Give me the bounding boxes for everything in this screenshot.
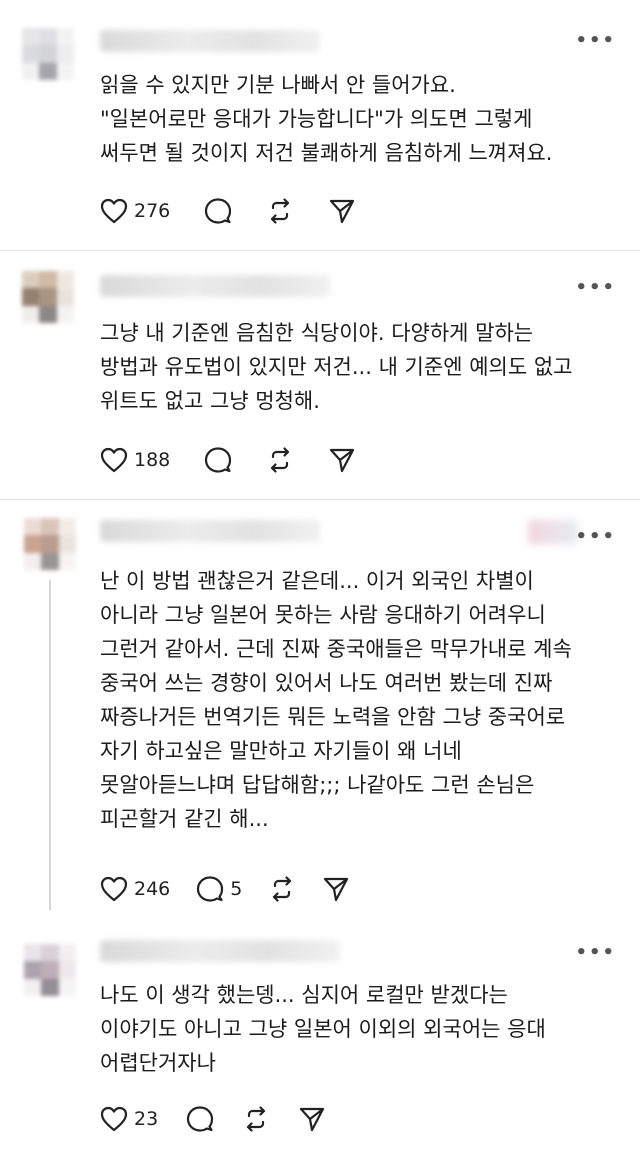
comment-icon	[205, 198, 232, 224]
send-icon	[324, 877, 349, 902]
comment-icon	[197, 876, 224, 902]
blurred-badge	[528, 520, 578, 544]
post-text: 나도 이 생각 했는뎅... 심지어 로컬만 받겠다는 이야기도 아니고 그냥 …	[100, 983, 546, 1075]
share-button[interactable]	[328, 197, 356, 225]
more-options-icon[interactable]: •••	[575, 277, 616, 298]
like-count: 188	[134, 449, 171, 471]
avatar[interactable]	[22, 28, 74, 80]
username-blurred[interactable]	[100, 940, 340, 962]
more-options-icon[interactable]: •••	[575, 526, 616, 547]
post-2: ••• 그냥 내 기준엔 음침한 식당이야. 다양하게 말하는 방법과 유도법이…	[0, 251, 640, 499]
post-3: ••• 난 이 방법 괜찮은거 같은데... 이거 외국인 차별이 아니라 그냥…	[0, 500, 640, 922]
like-count: 276	[134, 200, 171, 222]
like-button[interactable]: 246	[100, 876, 170, 902]
avatar[interactable]	[22, 271, 74, 323]
heart-icon	[100, 198, 128, 224]
post-actions: 246 5	[100, 874, 384, 904]
send-icon	[330, 448, 355, 473]
heart-icon	[100, 1106, 128, 1132]
more-options-icon[interactable]: •••	[575, 30, 616, 51]
avatar[interactable]	[24, 518, 76, 570]
repost-button[interactable]	[266, 197, 294, 225]
post-actions: 23	[100, 1104, 360, 1134]
heart-icon	[100, 876, 128, 902]
share-button[interactable]	[322, 875, 350, 903]
repost-icon	[271, 447, 290, 473]
post-text: 그냥 내 기준엔 음침한 식당이야. 다양하게 말하는 방법과 유도법이 있지만…	[100, 321, 573, 413]
like-count: 246	[134, 878, 171, 900]
thread-line	[49, 580, 51, 910]
post-actions: 188	[100, 445, 390, 475]
reply-button[interactable]	[204, 197, 232, 225]
repost-button[interactable]	[268, 875, 296, 903]
repost-icon	[271, 198, 290, 224]
reply-button[interactable]	[186, 1105, 214, 1133]
send-icon	[330, 199, 355, 224]
like-button[interactable]: 23	[100, 1106, 158, 1132]
repost-icon	[273, 876, 292, 902]
heart-icon	[100, 447, 128, 473]
like-button[interactable]: 188	[100, 447, 170, 473]
post-4: ••• 나도 이 생각 했는뎅... 심지어 로컬만 받겠다는 이야기도 아니고…	[0, 922, 640, 1154]
like-count: 23	[134, 1108, 159, 1130]
username-blurred[interactable]	[100, 520, 320, 542]
share-button[interactable]	[298, 1105, 326, 1133]
post-actions: 276	[100, 196, 390, 226]
share-button[interactable]	[328, 446, 356, 474]
reply-button[interactable]: 5	[196, 875, 242, 903]
username-blurred[interactable]	[100, 275, 330, 297]
post-1: ••• 읽을 수 있지만 기분 나빠서 안 들어가요. "일본어로만 응대가 가…	[0, 0, 640, 250]
post-text: 난 이 방법 괜찮은거 같은데... 이거 외국인 차별이 아니라 그냥 일본어…	[100, 569, 572, 831]
repost-button[interactable]	[242, 1105, 270, 1133]
repost-icon	[247, 1106, 266, 1132]
repost-button[interactable]	[266, 446, 294, 474]
username-blurred[interactable]	[100, 30, 320, 52]
post-text: 읽을 수 있지만 기분 나빠서 안 들어가요. "일본어로만 응대가 가능합니다…	[100, 73, 553, 165]
comment-icon	[205, 447, 232, 473]
avatar[interactable]	[24, 944, 76, 996]
reply-button[interactable]	[204, 446, 232, 474]
more-options-icon[interactable]: •••	[575, 942, 616, 963]
like-button[interactable]: 276	[100, 198, 170, 224]
reply-count: 5	[230, 878, 243, 900]
comment-icon	[187, 1106, 214, 1132]
send-icon	[300, 1107, 325, 1132]
